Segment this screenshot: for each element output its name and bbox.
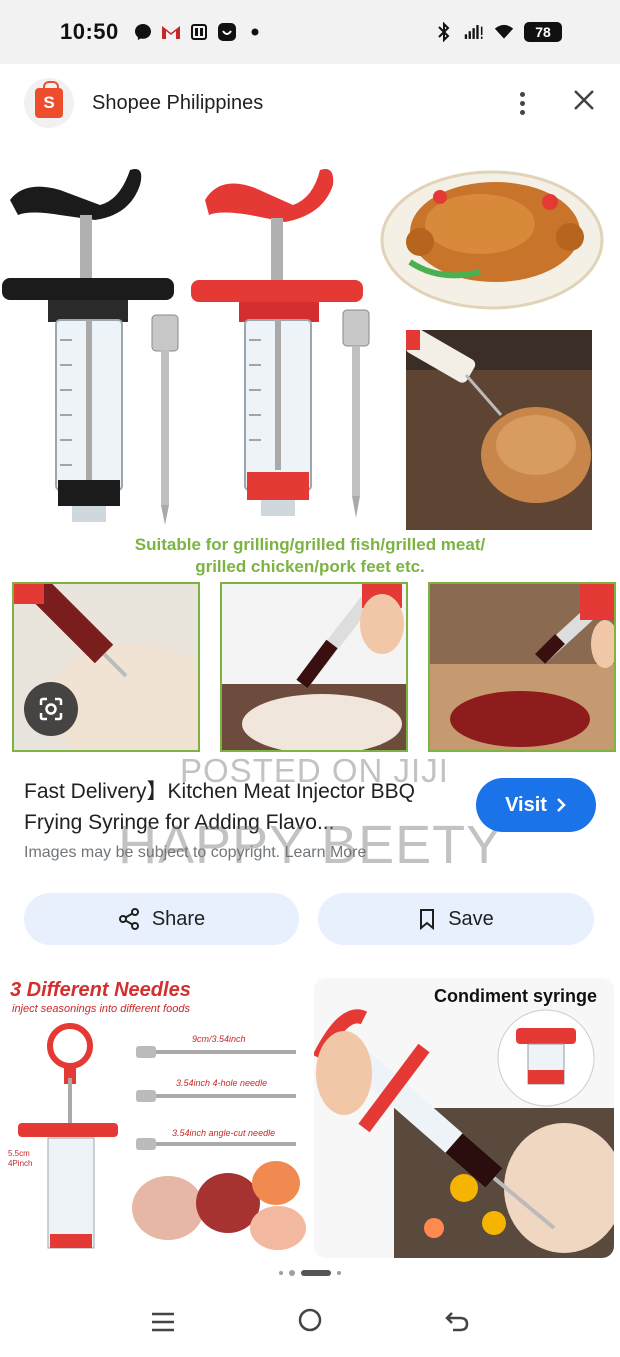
visit-label: Visit	[505, 793, 547, 816]
image-caption-line2: grilled chicken/pork feet etc.	[195, 557, 425, 576]
gmail-icon	[161, 22, 181, 42]
thumb-inject-meat-hand	[220, 582, 408, 752]
google-lens-button[interactable]	[24, 682, 78, 736]
share-label: Share	[151, 907, 206, 930]
more-options-icon[interactable]	[512, 91, 532, 115]
status-right: 78	[434, 22, 562, 42]
copyright-notice[interactable]: Images may be subject to copyright. Lear…	[24, 844, 454, 862]
app-icon	[189, 22, 209, 42]
recent-apps-icon[interactable]	[150, 1308, 176, 1340]
carousel-indicator	[0, 1270, 620, 1276]
chevron-right-icon	[557, 798, 566, 812]
save-label: Save	[448, 907, 494, 930]
bookmark-icon	[420, 909, 435, 930]
wifi-icon	[494, 22, 514, 42]
messenger-icon	[133, 22, 153, 42]
product-image[interactable]: Suitable for grilling/grilled fish/grill…	[0, 150, 620, 755]
bluetooth-icon	[434, 22, 454, 42]
result-info: Fast Delivery】Kitchen Meat Injector BBQ …	[24, 776, 454, 862]
roast-turkey-photo	[380, 170, 604, 310]
share-icon	[118, 908, 139, 930]
site-name[interactable]: Shopee Philippines	[92, 92, 263, 115]
side-label-1: 5.5cm	[8, 1149, 30, 1158]
condiment-title: Condiment syringe	[434, 986, 597, 1006]
status-time: 10:50	[60, 19, 119, 44]
side-label-2: 4Pinch	[8, 1159, 32, 1168]
carousel-dot-active	[301, 1270, 331, 1276]
needles-title: 3 Different Needles	[10, 979, 191, 1001]
shopee-logo: S	[24, 78, 74, 128]
share-button[interactable]: Share	[24, 893, 299, 945]
system-navigation-bar	[0, 1290, 620, 1357]
needles-subtitle: inject seasonings into different foods	[12, 1003, 190, 1015]
visit-button[interactable]: Visit	[476, 778, 596, 832]
back-icon[interactable]	[444, 1308, 470, 1340]
needle-label-2: 3.54inch 4-hole needle	[176, 1078, 267, 1088]
shopee-bag-icon: S	[35, 81, 63, 118]
lens-icon	[39, 697, 63, 721]
needle-label-1: 9cm/3.54inch	[192, 1034, 246, 1044]
related-image-needles[interactable]: 3 Different Needles inject seasonings in…	[8, 978, 306, 1258]
thumb-inject-steak	[428, 582, 616, 752]
save-button[interactable]: Save	[318, 893, 594, 945]
injecting-roast-photo	[406, 330, 592, 530]
dot-icon	[245, 22, 265, 42]
notification-icons	[133, 22, 265, 42]
carousel-dot	[289, 1270, 295, 1276]
home-icon[interactable]	[297, 1307, 323, 1340]
status-bar: 10:50 78	[0, 0, 620, 64]
black-syringe-illustration	[2, 169, 179, 525]
image-caption-line1: Suitable for grilling/grilled fish/grill…	[134, 535, 486, 554]
page: 10:50 78 S Shopee Philippines Suitable f…	[0, 0, 620, 1357]
close-icon[interactable]	[572, 88, 596, 118]
result-title[interactable]: Fast Delivery】Kitchen Meat Injector BBQ …	[24, 776, 454, 838]
red-syringe-illustration	[191, 169, 370, 518]
battery-indicator: 78	[524, 22, 562, 42]
needle-label-3: 3.54inch angle-cut needle	[172, 1128, 275, 1138]
camera-app-icon	[217, 22, 237, 42]
header-actions	[512, 88, 596, 118]
related-image-condiment-syringe[interactable]: Condiment syringe	[314, 978, 614, 1258]
signal-icon	[464, 22, 484, 42]
site-header: S Shopee Philippines	[0, 64, 620, 142]
carousel-dot	[337, 1271, 341, 1275]
carousel-dot	[279, 1271, 283, 1275]
